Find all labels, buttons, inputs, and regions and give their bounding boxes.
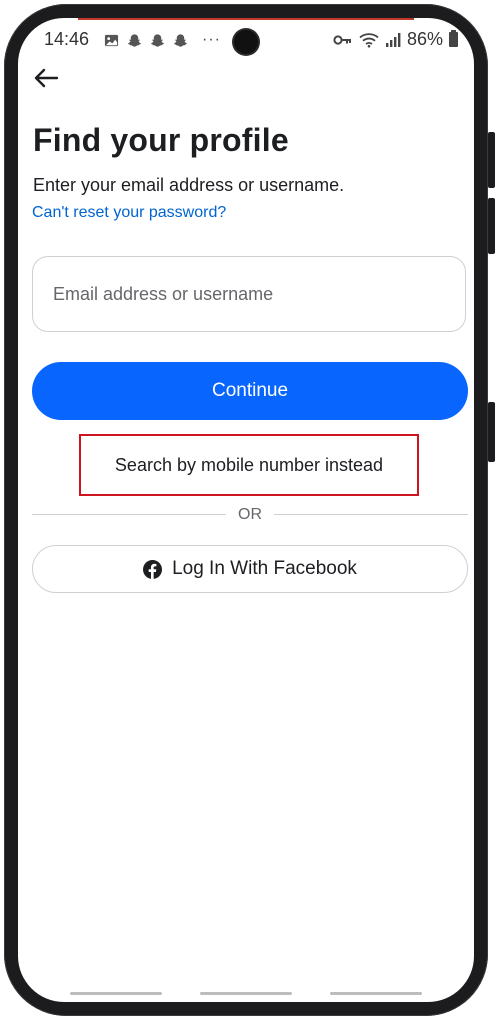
power-button: [488, 402, 495, 462]
screen: 14:46 ··· 86% Find your profile Enter yo…: [18, 18, 474, 1002]
nav-segment: [70, 992, 162, 995]
page-title: Find your profile: [33, 122, 289, 158]
nav-segment: [330, 992, 422, 995]
status-time: 14:46: [44, 29, 90, 49]
facebook-icon: [143, 559, 163, 579]
page: 14:46 ··· 86% Find your profile Enter yo…: [0, 0, 497, 1024]
snapchat-icon: [128, 33, 141, 47]
snapchat-icon: [174, 33, 187, 47]
screen-accent-line: [78, 18, 414, 20]
facebook-login-label: Log In With Facebook: [172, 558, 357, 579]
or-divider: OR: [32, 504, 468, 526]
arrow-left-icon: [34, 68, 59, 88]
notification-icons: ···: [104, 31, 221, 49]
system-nav-bar: [70, 992, 422, 996]
status-bar: 14:46 ··· 86%: [18, 26, 474, 56]
search-by-mobile-button[interactable]: Search by mobile number instead: [79, 434, 419, 496]
overflow-dots: ···: [202, 31, 221, 48]
facebook-login-button[interactable]: Log In With Facebook: [32, 545, 468, 593]
page-subtitle: Enter your email address or username.: [33, 175, 345, 195]
system-icons: 86%: [333, 29, 458, 50]
front-camera: [234, 30, 258, 54]
wifi-icon: [359, 32, 379, 47]
battery-percent: 86%: [406, 29, 443, 49]
cant-reset-password-link[interactable]: Can't reset your password?: [32, 204, 226, 222]
gallery-icon: [104, 34, 119, 46]
volume-up-button: [488, 132, 495, 188]
email-username-input[interactable]: [53, 257, 443, 331]
email-field-container: [32, 256, 466, 332]
divider-line-right: [274, 514, 468, 515]
battery-icon: [449, 30, 458, 47]
or-label: OR: [238, 506, 262, 523]
snapchat-icon: [151, 33, 164, 47]
key-icon: [333, 34, 351, 45]
nav-segment: [200, 992, 292, 995]
volume-down-button: [488, 198, 495, 254]
signal-icon: [385, 32, 401, 47]
continue-button[interactable]: Continue: [32, 362, 468, 420]
back-button[interactable]: [30, 62, 62, 94]
